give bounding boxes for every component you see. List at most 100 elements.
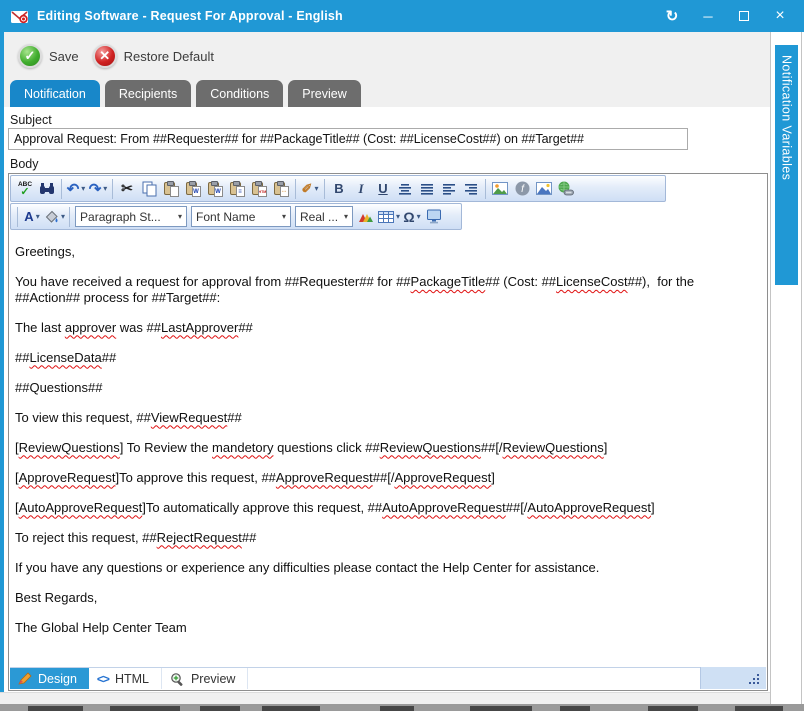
image-icon (492, 182, 508, 195)
align-left-icon (442, 183, 456, 195)
binoculars-icon (39, 182, 55, 196)
undo-button[interactable]: ↶ ▾ (65, 178, 87, 200)
body-paragraph: [AutoApproveRequest]To automatically app… (15, 500, 760, 516)
insert-table-button[interactable]: ▾ (377, 206, 401, 228)
editor-toolbar-row2: A ▾ ▾ Paragraph St... ▾ Font Name (10, 203, 462, 230)
editor-toolbar-row1: ABC ✓ ↶ ▾ ↷ ▾ (10, 175, 666, 202)
insert-flash-button[interactable]: f (511, 178, 533, 200)
paste-word-icon: W (186, 180, 201, 197)
image-edit-icon (536, 182, 552, 195)
spellcheck-icon: ABC ✓ (18, 181, 32, 197)
paste-from-word-clean-button[interactable]: W (204, 178, 226, 200)
format-painter-icon: ✐ (302, 181, 313, 197)
tab-html[interactable]: <> HTML (89, 668, 162, 689)
paste-from-word-button[interactable]: W (182, 178, 204, 200)
status-bar (0, 692, 804, 704)
pencil-icon (18, 672, 32, 685)
restore-default-button[interactable]: ✕ Restore Default (93, 44, 214, 68)
spellcheck-button[interactable]: ABC ✓ (14, 178, 36, 200)
cut-button[interactable]: ✂ (116, 178, 138, 200)
body-paragraph: Best Regards, (15, 590, 760, 606)
background-color-button[interactable]: ▾ (43, 206, 66, 228)
scissors-icon: ✂ (121, 180, 133, 197)
chevron-down-icon: ▾ (282, 212, 286, 221)
close-icon[interactable]: × (762, 0, 798, 32)
app-window: Editing Software - Request For Approval … (0, 0, 804, 711)
tab-notification[interactable]: Notification (10, 80, 100, 107)
italic-icon: I (358, 181, 363, 197)
omega-icon: Ω (403, 209, 414, 225)
special-character-button[interactable]: Ω ▾ (401, 206, 423, 228)
paste-plain-text-button[interactable]: ≡ (226, 178, 248, 200)
body-label: Body (10, 157, 39, 171)
image-editor-button[interactable] (533, 178, 555, 200)
align-left-button[interactable] (438, 178, 460, 200)
font-size-select[interactable]: Real ... ▾ (295, 206, 353, 227)
subject-label: Subject (10, 113, 52, 127)
tab-preview[interactable]: Preview (288, 80, 360, 107)
bold-icon: B (334, 181, 343, 196)
body-paragraph: Greetings, (15, 244, 760, 260)
paste-word-clean-icon: W (208, 180, 223, 197)
background-window-strip (0, 704, 804, 711)
tab-editor-preview[interactable]: Preview (162, 668, 248, 689)
notification-panel: Subject Body ABC ✓ (4, 107, 770, 692)
maximize-icon[interactable] (726, 0, 762, 32)
save-button[interactable]: ✓ Save (18, 44, 79, 68)
body-paragraph: The Global Help Center Team (15, 620, 760, 636)
notification-variables-tab[interactable]: Notification Variables (775, 45, 798, 285)
editor-resize-area (700, 667, 766, 689)
paste-button[interactable] (160, 178, 182, 200)
body-paragraph: [ApproveRequest]To approve this request,… (15, 470, 760, 486)
paragraph-style-select[interactable]: Paragraph St... ▾ (75, 206, 187, 227)
resize-grip[interactable] (747, 673, 761, 685)
save-check-icon: ✓ (18, 44, 42, 68)
insert-image-button[interactable] (489, 178, 511, 200)
paste-html-button[interactable]: HTML (248, 178, 270, 200)
undo-icon: ↶ (67, 180, 80, 198)
body-paragraph: To reject this request, ##RejectRequest#… (15, 530, 760, 546)
app-icon (10, 8, 29, 25)
underline-button[interactable]: U (372, 178, 394, 200)
rich-text-editor: ABC ✓ ↶ ▾ ↷ ▾ (8, 173, 768, 691)
main-tabs: Notification Recipients Conditions Previ… (10, 80, 361, 107)
copy-button[interactable] (138, 178, 160, 200)
underline-icon: U (378, 181, 387, 196)
font-color-button[interactable]: A ▾ (21, 206, 43, 228)
hyperlink-button[interactable] (555, 178, 577, 200)
table-icon (378, 211, 394, 223)
tab-conditions[interactable]: Conditions (196, 80, 283, 107)
bold-button[interactable]: B (328, 178, 350, 200)
refresh-icon[interactable]: ↻ (654, 0, 690, 32)
paste-icon (164, 180, 179, 197)
font-name-select[interactable]: Font Name ▾ (191, 206, 291, 227)
italic-button[interactable]: I (350, 178, 372, 200)
titlebar: Editing Software - Request For Approval … (0, 0, 804, 32)
justify-button[interactable] (416, 178, 438, 200)
side-panel: Notification Variables (770, 32, 804, 704)
paste-special-button[interactable]: ⋯ (270, 178, 292, 200)
align-center-icon (398, 183, 412, 195)
align-right-icon (464, 183, 478, 195)
subject-input[interactable] (8, 128, 688, 150)
media-button[interactable] (423, 206, 445, 228)
tab-design[interactable]: Design (10, 668, 89, 689)
format-painter-button[interactable]: ✐ ▾ (299, 178, 321, 200)
body-paragraph: The last approver was ##LastApprover## (15, 320, 760, 336)
editor-body[interactable]: Greetings,You have received a request fo… (10, 231, 766, 668)
align-center-button[interactable] (394, 178, 416, 200)
minimize-icon[interactable]: ─ (690, 0, 726, 32)
monitor-icon (426, 209, 442, 224)
restore-x-icon: ✕ (93, 44, 117, 68)
editor-mode-strip: Design <> HTML Preview (10, 667, 766, 689)
redo-button[interactable]: ↷ ▾ (87, 178, 109, 200)
magnifier-icon (170, 672, 185, 686)
align-right-button[interactable] (460, 178, 482, 200)
flash-icon: f (515, 181, 530, 196)
tab-recipients[interactable]: Recipients (105, 80, 191, 107)
paste-special-icon: ⋯ (274, 180, 289, 197)
hyperlink-icon (558, 181, 574, 196)
color-palette-button[interactable] (355, 206, 377, 228)
find-button[interactable] (36, 178, 58, 200)
chevron-down-icon: ▾ (344, 212, 348, 221)
